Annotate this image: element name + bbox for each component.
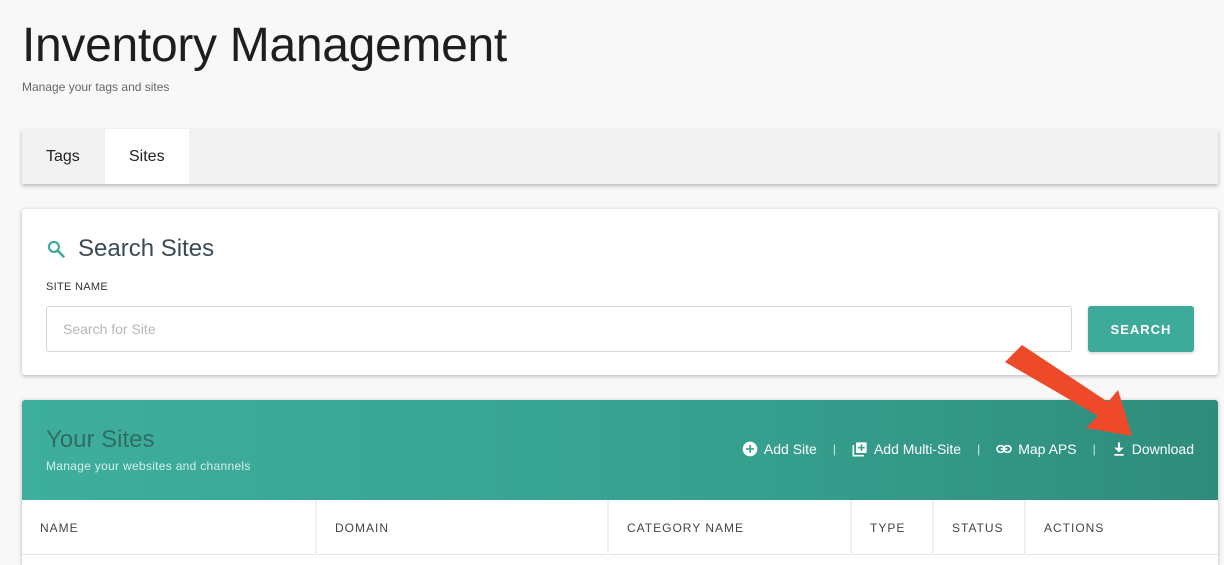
search-button[interactable]: SEARCH — [1088, 306, 1194, 352]
sites-subtitle: Manage your websites and channels — [46, 459, 251, 473]
add-multi-site-button[interactable]: Add Multi-Site — [852, 441, 961, 457]
column-header-name[interactable]: NAME — [22, 500, 317, 555]
sites-header: Your Sites Manage your websites and chan… — [22, 400, 1218, 500]
search-heading: Search Sites — [46, 235, 214, 263]
page-title: Inventory Management — [22, 19, 507, 72]
download-label: Download — [1131, 441, 1194, 457]
link-icon — [996, 444, 1013, 454]
site-name-label: SITE NAME — [46, 281, 108, 293]
action-separator: | — [1092, 442, 1096, 456]
add-site-button[interactable]: Add Site — [742, 441, 817, 457]
action-separator: | — [832, 442, 836, 456]
map-aps-label: Map APS — [1018, 441, 1077, 457]
column-header-type[interactable]: TYPE — [852, 500, 934, 555]
add-site-label: Add Site — [763, 441, 817, 457]
column-header-status[interactable]: STATUS — [934, 500, 1026, 555]
sites-table-header: NAME DOMAIN CATEGORY NAME TYPE STATUS AC… — [22, 500, 1218, 555]
column-header-domain[interactable]: DOMAIN — [317, 500, 609, 555]
sites-title: Your Sites — [46, 426, 155, 453]
sites-actions: Add Site | Add Multi-Site | Map APS | Do… — [742, 441, 1194, 457]
column-header-actions[interactable]: ACTIONS — [1026, 500, 1218, 555]
map-aps-button[interactable]: Map APS — [996, 441, 1077, 457]
search-heading-text: Search Sites — [78, 235, 215, 262]
plus-circle-icon — [742, 441, 758, 457]
page-subtitle: Manage your tags and sites — [22, 80, 170, 94]
library-add-icon — [852, 442, 867, 457]
search-icon — [47, 240, 65, 258]
column-header-category-name[interactable]: CATEGORY NAME — [609, 500, 852, 555]
download-icon — [1114, 442, 1124, 456]
tab-sites[interactable]: Sites — [105, 129, 189, 184]
action-separator: | — [977, 442, 981, 456]
tab-tags[interactable]: Tags — [22, 129, 105, 184]
add-multi-site-label: Add Multi-Site — [873, 441, 962, 457]
search-card: Search Sites SITE NAME SEARCH — [22, 209, 1218, 375]
download-button[interactable]: Download — [1112, 441, 1194, 457]
sites-card: Your Sites Manage your websites and chan… — [22, 400, 1218, 565]
tabs-bar: Tags Sites — [22, 129, 1218, 184]
site-search-input[interactable] — [46, 306, 1072, 352]
